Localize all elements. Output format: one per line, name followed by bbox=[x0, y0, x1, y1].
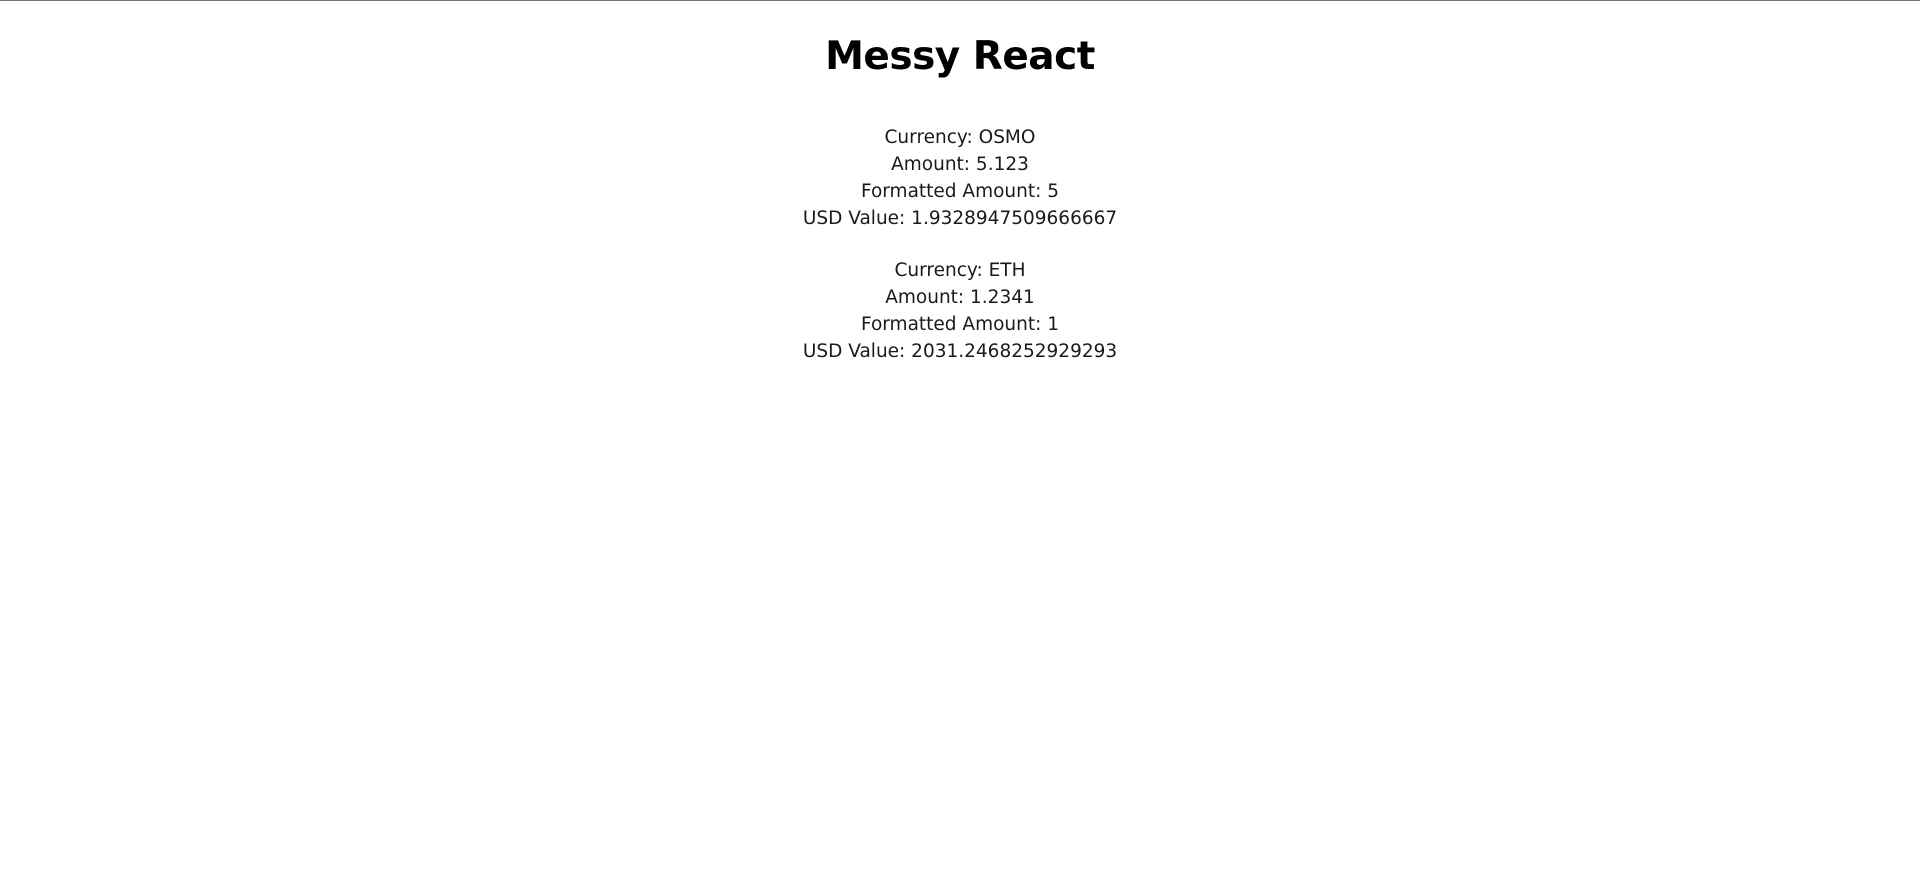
wallet-balances: Currency: OSMO Amount: 5.123 Formatted A… bbox=[0, 124, 1920, 365]
app-root: Messy React Currency: OSMO Amount: 5.123… bbox=[0, 1, 1920, 365]
balance-item-osmo: Currency: OSMO Amount: 5.123 Formatted A… bbox=[0, 124, 1920, 232]
page-title: Messy React bbox=[825, 34, 1095, 79]
amount-label: Amount: 5.123 bbox=[891, 154, 1029, 175]
balance-item-eth: Currency: ETH Amount: 1.2341 Formatted A… bbox=[0, 257, 1920, 365]
usd-value-label: USD Value: 2031.2468252929293 bbox=[802, 341, 1118, 362]
amount-label: Amount: 1.2341 bbox=[885, 287, 1035, 308]
formatted-amount-label: Formatted Amount: 1 bbox=[860, 314, 1060, 335]
currency-label: Currency: OSMO bbox=[884, 127, 1036, 148]
currency-label: Currency: ETH bbox=[894, 260, 1026, 281]
usd-value-label: USD Value: 1.9328947509666667 bbox=[802, 208, 1118, 229]
formatted-amount-label: Formatted Amount: 5 bbox=[860, 181, 1060, 202]
